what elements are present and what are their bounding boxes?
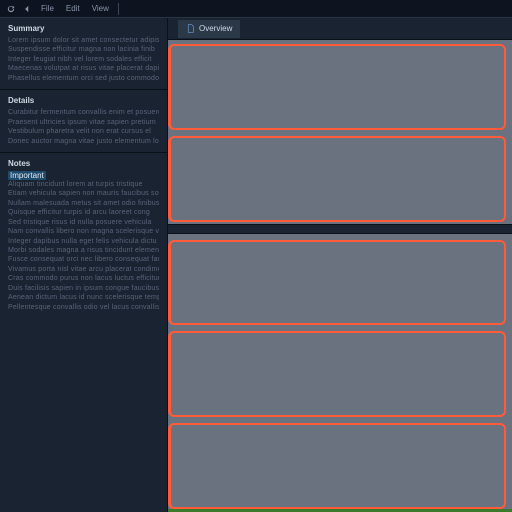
text-line: Praesent ultricies ipsum vitae sapien pr… — [8, 118, 159, 127]
text-line: Sed tristique risus id nulla posuere veh… — [8, 218, 159, 227]
content-area — [168, 40, 512, 509]
text-line: Maecenas volutpat at risus vitae placera… — [8, 64, 159, 73]
document-icon — [186, 24, 195, 33]
text-line: Vestibulum pharetra velit non erat cursu… — [8, 127, 159, 136]
text-line: Aliquam tincidunt lorem at turpis tristi… — [8, 180, 159, 189]
section-title: Details — [8, 96, 159, 105]
text-line: Donec auctor magna vitae justo elementum… — [8, 137, 159, 146]
toolbar: File Edit View — [0, 0, 512, 18]
tab-label: Overview — [199, 24, 232, 33]
text-line: Curabitur fermentum convallis enim et po… — [8, 108, 159, 117]
content-block[interactable] — [168, 136, 506, 222]
section-title: Notes — [8, 159, 159, 168]
content-block[interactable] — [168, 240, 506, 326]
content-block[interactable] — [168, 44, 506, 130]
content-block[interactable] — [168, 331, 506, 417]
text-line: Duis facilisis sapien in ipsum congue fa… — [8, 284, 159, 293]
menu-view[interactable]: View — [89, 2, 112, 15]
text-line: Fusce consequat orci nec libero consequa… — [8, 255, 159, 264]
tab-bar: Overview — [168, 18, 512, 40]
menu-file[interactable]: File — [38, 2, 57, 15]
text-line: Integer dapibus nulla eget felis vehicul… — [8, 237, 159, 246]
text-line: Nam convallis libero non magna scelerisq… — [8, 227, 159, 236]
text-line: Phasellus elementum orci sed justo commo… — [8, 74, 159, 83]
content-block[interactable] — [168, 423, 506, 509]
section-details: Details Curabitur fermentum convallis en… — [0, 90, 167, 153]
text-line: Morbi sodales magna a risus tincidunt el… — [8, 246, 159, 255]
text-line: Integer feugiat nibh vel lorem sodales e… — [8, 55, 159, 64]
text-line: Suspendisse efficitur magna non lacinia … — [8, 45, 159, 54]
text-line: Etiam vehicula sapien non mauris faucibu… — [8, 189, 159, 198]
toolbar-divider — [118, 3, 119, 15]
left-panel: Summary Lorem ipsum dolor sit amet conse… — [0, 18, 168, 512]
text-line: Cras commodo purus non lacus luctus effi… — [8, 274, 159, 283]
right-panel: Overview — [168, 18, 512, 512]
refresh-icon[interactable] — [6, 4, 16, 14]
section-notes: Notes Important Aliquam tincidunt lorem … — [0, 153, 167, 512]
text-line: Pellentesque convallis odio vel lacus co… — [8, 303, 159, 312]
row-separator — [168, 224, 512, 234]
text-line: Aenean dictum lacus id nunc scelerisque … — [8, 293, 159, 302]
text-line: Nullam malesuada metus sit amet odio fin… — [8, 199, 159, 208]
text-line: Vivamus porta nisl vitae arcu placerat c… — [8, 265, 159, 274]
menu-edit[interactable]: Edit — [63, 2, 83, 15]
section-title: Summary — [8, 24, 159, 33]
text-line: Lorem ipsum dolor sit amet consectetur a… — [8, 36, 159, 45]
text-line: Quisque efficitur turpis id arcu laoreet… — [8, 208, 159, 217]
highlight-badge: Important — [8, 171, 46, 180]
tab-overview[interactable]: Overview — [178, 20, 240, 38]
back-icon[interactable] — [22, 4, 32, 14]
section-summary: Summary Lorem ipsum dolor sit amet conse… — [0, 18, 167, 90]
workspace: Summary Lorem ipsum dolor sit amet conse… — [0, 18, 512, 512]
